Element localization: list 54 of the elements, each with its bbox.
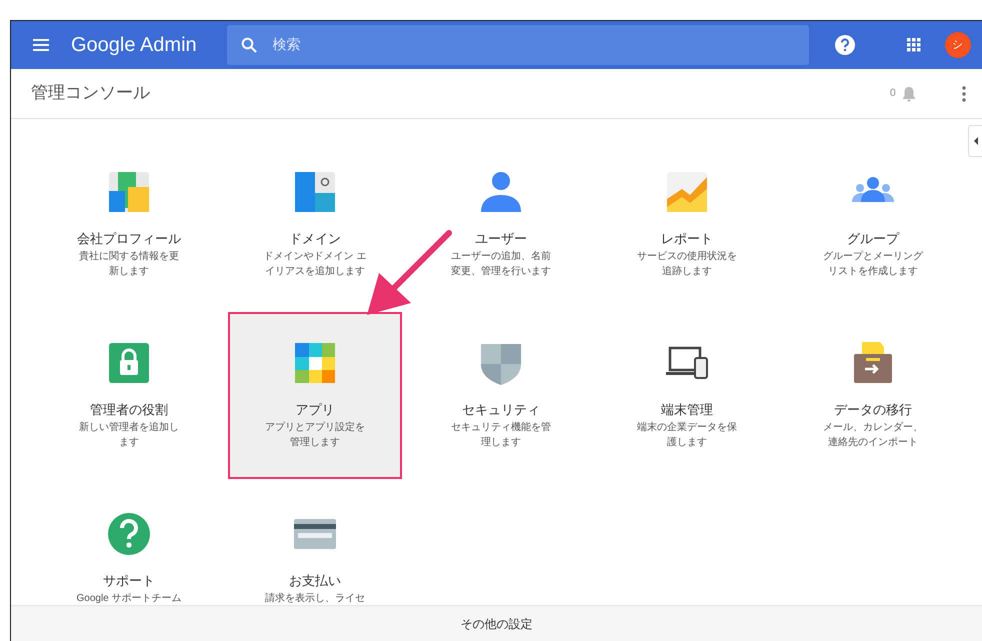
menu-icon[interactable] — [33, 39, 49, 51]
product-name: Google Admin — [71, 33, 197, 58]
settings-tile[interactable]: ドメイン ドメインやドメイン エイリアスを追加します — [228, 141, 402, 308]
collapse-handle[interactable] — [968, 125, 982, 157]
tile-title: 管理者の役割 — [90, 402, 168, 420]
tile-description: 貴社に関する情報を更新します — [78, 250, 180, 279]
lock-icon — [106, 340, 152, 386]
settings-tile[interactable]: お支払い 請求を表示し、ライセ — [228, 483, 402, 605]
tile-title: セキュリティ — [462, 402, 540, 420]
highlighted-tile[interactable]: アプリ アプリとアプリ設定を管理します — [228, 312, 402, 479]
tile-title: アプリ — [296, 402, 334, 420]
tile-description: サービスの使用状況を追跡します — [636, 250, 738, 279]
notification-count: 0 — [890, 87, 896, 101]
settings-tile[interactable]: サポート Google サポートチーム — [42, 483, 216, 605]
tile-title: サポート — [103, 573, 155, 591]
tile-description: メール、カレンダー、連絡先のインポート — [822, 421, 924, 450]
tile-title: グループ — [847, 231, 899, 249]
apps-icon[interactable] — [906, 38, 921, 52]
settings-tile[interactable]: 端末管理 端末の企業データを保護します — [600, 312, 774, 479]
more-icon[interactable] — [962, 86, 966, 102]
tile-description: グループとメーリングリストを作成します — [822, 250, 924, 279]
tile-description: 請求を表示し、ライセ — [264, 592, 366, 605]
tile-title: 会社プロフィール — [77, 231, 181, 249]
tile-description: セキュリティ機能を管理します — [450, 420, 552, 450]
tile-description: 端末の企業データを保護します — [636, 420, 738, 450]
person-icon — [478, 169, 524, 215]
building-icon — [106, 169, 152, 215]
tile-title: ユーザー — [475, 231, 527, 249]
tiles-icon — [292, 340, 338, 386]
chart-icon — [664, 169, 710, 215]
settings-tile[interactable]: データの移行 メール、カレンダー、連絡先のインポート — [786, 312, 960, 479]
settings-tile[interactable]: レポート サービスの使用状況を追跡します — [600, 141, 774, 308]
tile-description: ユーザーの追加、名前変更、管理を行います — [450, 250, 552, 279]
tile-description: ドメインやドメイン エイリアスを追加します — [262, 250, 368, 279]
help-icon[interactable] — [834, 35, 855, 55]
settings-tile[interactable]: グループ グループとメーリングリストを作成します — [786, 141, 960, 308]
help-circle-icon — [106, 511, 152, 557]
page-title: 管理コンソール — [31, 82, 150, 105]
tile-title: ドメイン — [289, 231, 341, 249]
settings-tile[interactable]: ユーザー ユーザーの追加、名前変更、管理を行います — [414, 141, 588, 308]
tile-title: データの移行 — [834, 402, 912, 420]
more-settings-link[interactable]: その他の設定 — [460, 614, 532, 632]
tile-title: お支払い — [289, 573, 341, 591]
chevron-icon — [972, 137, 978, 145]
tile-description: Google サポートチーム — [75, 592, 183, 605]
settings-tile[interactable]: 会社プロフィール 貴社に関する情報を更新します — [42, 141, 216, 308]
tile-title: レポート — [661, 231, 713, 249]
domain-icon — [292, 169, 338, 215]
settings-tile[interactable]: 管理者の役割 新しい管理者を追加します — [42, 312, 216, 479]
tile-description: 新しい管理者を追加します — [78, 420, 180, 450]
tile-description: アプリとアプリ設定を管理します — [264, 420, 366, 450]
search-field[interactable]: 検索 — [226, 25, 809, 65]
settings-tile[interactable]: セキュリティ セキュリティ機能を管理します — [414, 312, 588, 479]
tile-title: 端末管理 — [661, 402, 713, 420]
